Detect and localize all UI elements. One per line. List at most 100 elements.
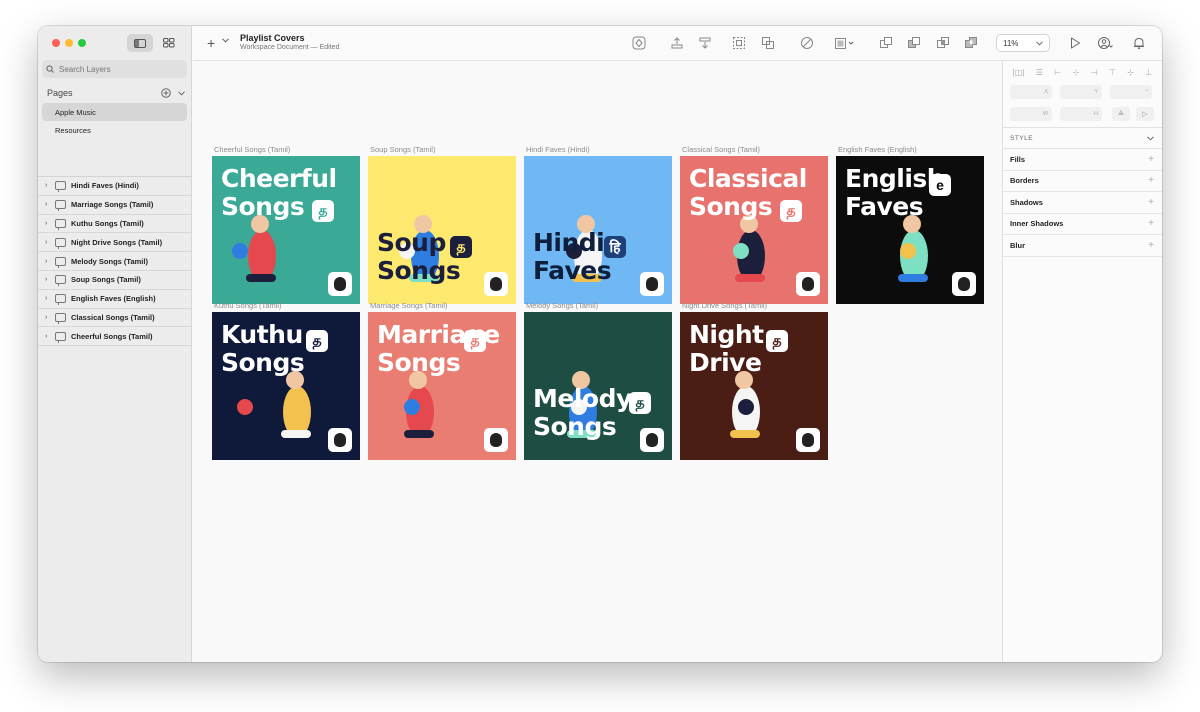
height-field[interactable]: H: [1060, 107, 1102, 121]
layer-row[interactable]: › Marriage Songs (Tamil): [38, 196, 192, 215]
insert-plus-icon[interactable]: +: [207, 36, 215, 50]
preview-button[interactable]: [1068, 36, 1082, 50]
playlist-cover-artboard[interactable]: Melody Songs த: [524, 312, 672, 460]
inner-shadows-row[interactable]: Inner Shadows +: [1003, 214, 1162, 235]
search-input[interactable]: [59, 64, 179, 74]
avatar-face-icon: [646, 433, 658, 447]
playlist-cover-artboard[interactable]: Soup Songs த: [368, 156, 516, 304]
width-field[interactable]: W: [1010, 107, 1052, 121]
layer-row[interactable]: › Soup Songs (Tamil): [38, 271, 192, 290]
playlist-cover-artboard[interactable]: Kuthu Songs த: [212, 312, 360, 460]
layer-row[interactable]: › Hindi Faves (Hindi): [38, 177, 192, 196]
components-view-toggle[interactable]: [156, 34, 182, 52]
artboard-label[interactable]: Melody Songs (Tamil): [526, 301, 598, 310]
artboard-label[interactable]: English Faves (English): [838, 145, 917, 154]
x-field[interactable]: X: [1010, 85, 1052, 99]
sidebar-icon: [134, 38, 146, 48]
borders-row[interactable]: Borders +: [1003, 171, 1162, 192]
add-fill-icon[interactable]: +: [1148, 154, 1154, 165]
forward-icon: [671, 37, 683, 49]
page-item-resources[interactable]: Resources: [42, 121, 187, 139]
align-left-icon[interactable]: ⊢: [1054, 68, 1061, 77]
blur-row[interactable]: Blur +: [1003, 235, 1162, 257]
add-page-icon[interactable]: [161, 88, 171, 98]
chevron-right-icon[interactable]: ›: [45, 314, 51, 321]
layer-row[interactable]: › Night Drive Songs (Tamil): [38, 233, 192, 253]
group-button[interactable]: [732, 36, 746, 50]
artboard-label[interactable]: Classical Songs (Tamil): [682, 145, 760, 154]
align-center-icon[interactable]: ⊹: [1073, 68, 1080, 77]
playlist-cover-artboard[interactable]: Classical Songs த: [680, 156, 828, 304]
minimize-window-button[interactable]: [65, 39, 73, 47]
difference-button[interactable]: [964, 36, 978, 50]
mask-button[interactable]: [800, 36, 814, 50]
chevron-right-icon[interactable]: ›: [45, 295, 51, 302]
layer-name: Melody Songs (Tamil): [71, 256, 148, 266]
scale-button[interactable]: [833, 36, 857, 50]
ungroup-button[interactable]: [761, 36, 775, 50]
layer-row[interactable]: › Cheerful Songs (Tamil): [38, 327, 192, 347]
layer-row[interactable]: › English Faves (English): [38, 290, 192, 309]
cloud-share-button[interactable]: [1097, 36, 1113, 50]
distribute-horizontal-icon[interactable]: |◫|: [1013, 68, 1025, 77]
align-bottom-icon[interactable]: ⊥: [1145, 68, 1152, 77]
artboard-label[interactable]: Kuthu Songs (Tamil): [214, 301, 282, 310]
style-section-header[interactable]: STYLE: [1003, 127, 1162, 149]
add-shadow-icon[interactable]: +: [1148, 197, 1154, 208]
artboard-label[interactable]: Soup Songs (Tamil): [370, 145, 435, 154]
cover-title-line2: Faves: [533, 256, 612, 285]
y-field[interactable]: Y: [1060, 85, 1102, 99]
align-middle-icon[interactable]: ⊹: [1127, 68, 1134, 77]
toolbar: + Playlist Covers Workspace Document — E…: [193, 26, 1162, 61]
layers-view-toggle[interactable]: [127, 34, 153, 52]
align-right-icon[interactable]: ⊣: [1091, 68, 1098, 77]
chevron-right-icon[interactable]: ›: [45, 239, 51, 246]
chevron-right-icon[interactable]: ›: [45, 276, 51, 283]
add-inner-shadow-icon[interactable]: +: [1148, 218, 1154, 229]
close-window-button[interactable]: [52, 39, 60, 47]
distribute-vertical-icon[interactable]: ☰: [1036, 68, 1043, 77]
shadows-row[interactable]: Shadows +: [1003, 192, 1162, 214]
union-button[interactable]: [879, 36, 893, 50]
insert-chevron-icon[interactable]: [222, 38, 229, 43]
zoom-select[interactable]: 11%: [996, 34, 1050, 52]
subtract-button[interactable]: [907, 36, 921, 50]
flip-horizontal-icon[interactable]: ⟁: [1112, 107, 1130, 121]
playlist-cover-artboard[interactable]: Hindi Faves हि: [524, 156, 672, 304]
canvas[interactable]: Cheerful Songs (Tamil) Cheerful Songs த Soup…: [193, 61, 1002, 662]
layer-row[interactable]: › Kuthu Songs (Tamil): [38, 215, 192, 234]
flip-vertical-icon[interactable]: ▷: [1136, 107, 1154, 121]
artboard-label[interactable]: Night Drive Songs (Tamil): [682, 301, 767, 310]
intersect-button[interactable]: [936, 36, 950, 50]
artboard-label[interactable]: Cheerful Songs (Tamil): [214, 145, 290, 154]
backward-button[interactable]: [698, 36, 712, 50]
chevron-right-icon[interactable]: ›: [45, 333, 51, 340]
zoom-window-button[interactable]: [78, 39, 86, 47]
chevron-down-icon[interactable]: [178, 90, 185, 96]
artboard-label[interactable]: Marriage Songs (Tamil): [370, 301, 448, 310]
layer-row[interactable]: › Melody Songs (Tamil): [38, 252, 192, 271]
create-symbol-button[interactable]: [632, 36, 646, 50]
chevron-right-icon[interactable]: ›: [45, 182, 51, 189]
layer-row[interactable]: › Classical Songs (Tamil): [38, 309, 192, 328]
illustration-shape: [733, 243, 749, 259]
illustration-shape: [738, 399, 754, 415]
playlist-cover-artboard[interactable]: Night Drive த: [680, 312, 828, 460]
add-blur-icon[interactable]: +: [1148, 240, 1154, 251]
search-layers-field[interactable]: [42, 60, 187, 78]
chevron-right-icon[interactable]: ›: [45, 220, 51, 227]
forward-button[interactable]: [670, 36, 684, 50]
playlist-cover-artboard[interactable]: Marriage Songs த: [368, 312, 516, 460]
notifications-button[interactable]: [1132, 36, 1146, 50]
avatar-face-icon: [334, 433, 346, 447]
page-item-apple-music[interactable]: Apple Music: [42, 103, 187, 121]
playlist-cover-artboard[interactable]: English Faves e: [836, 156, 984, 304]
chevron-right-icon[interactable]: ›: [45, 201, 51, 208]
fills-row[interactable]: Fills +: [1003, 149, 1162, 171]
align-top-icon[interactable]: ⊤: [1109, 68, 1116, 77]
rotation-field[interactable]: °: [1110, 85, 1152, 99]
artboard-label[interactable]: Hindi Faves (Hindi): [526, 145, 590, 154]
playlist-cover-artboard[interactable]: Cheerful Songs த: [212, 156, 360, 304]
chevron-right-icon[interactable]: ›: [45, 258, 51, 265]
add-border-icon[interactable]: +: [1148, 175, 1154, 186]
